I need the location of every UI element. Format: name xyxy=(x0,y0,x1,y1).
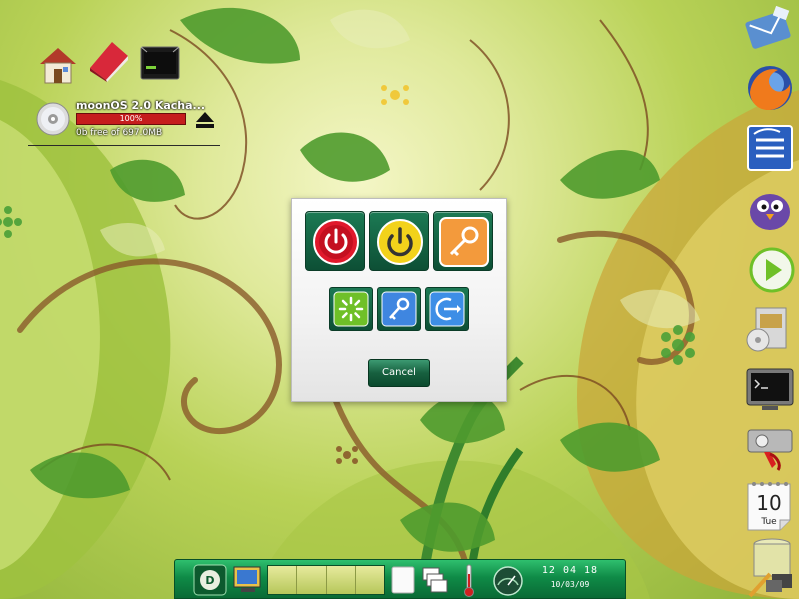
power-yellow-icon xyxy=(377,219,423,265)
thermometer-icon xyxy=(461,564,477,597)
calendar-day: 10 xyxy=(756,491,781,515)
shutdown-button[interactable] xyxy=(305,211,365,271)
terminal-icon[interactable] xyxy=(744,364,796,416)
writer-icon[interactable] xyxy=(744,122,796,174)
book-icon[interactable] xyxy=(86,38,130,82)
software-icon[interactable] xyxy=(744,304,796,356)
drive-widget[interactable]: moonOS 2.0 Kacha... 100% 0b free of 697.… xyxy=(28,98,220,146)
key-blue-icon xyxy=(381,291,417,327)
pidgin-icon[interactable] xyxy=(744,182,796,234)
drive-usage-bar: 100% xyxy=(76,113,186,125)
drive-free-space: 0b free of 697.0MB xyxy=(76,128,163,138)
right-dock: 10 Tue xyxy=(742,0,799,599)
calendar-icon[interactable]: 10 Tue xyxy=(744,480,796,532)
media-player-icon[interactable] xyxy=(744,244,796,296)
speedometer-icon xyxy=(491,564,525,596)
restart-button[interactable] xyxy=(329,287,373,331)
workspace-3[interactable] xyxy=(327,566,356,594)
calendar-weekday: Tue xyxy=(760,517,777,527)
clock[interactable]: 12 04 18 10/03/09 xyxy=(535,563,605,597)
suspend-button[interactable] xyxy=(369,211,429,271)
terminal-icon[interactable] xyxy=(138,42,182,86)
logout-button[interactable] xyxy=(425,287,469,331)
cd-icon xyxy=(36,102,70,136)
restart-icon xyxy=(333,291,369,327)
logout-icon xyxy=(429,291,465,327)
bottom-panel: D 12 04 18 10/03/09 xyxy=(174,559,626,599)
windows-icon[interactable] xyxy=(421,564,449,596)
firefox-icon[interactable] xyxy=(744,62,796,114)
drive-usage-percent: 100% xyxy=(119,114,143,123)
lock-screen-button[interactable] xyxy=(433,211,493,271)
workspace-1[interactable] xyxy=(268,566,298,594)
svg-text:D: D xyxy=(205,574,214,587)
tools-icon[interactable] xyxy=(744,566,796,599)
cancel-button[interactable]: Cancel xyxy=(368,359,430,387)
switch-user-button[interactable] xyxy=(377,287,421,331)
menu-icon[interactable]: D xyxy=(193,564,227,596)
home-icon[interactable] xyxy=(36,42,80,86)
computer-icon[interactable] xyxy=(231,564,263,596)
clock-time: 12 04 18 xyxy=(541,565,599,576)
power-icon xyxy=(313,219,359,265)
workspace-2[interactable] xyxy=(297,566,327,594)
drive-name: moonOS 2.0 Kacha... xyxy=(76,99,206,112)
pager[interactable] xyxy=(267,565,385,595)
eject-icon[interactable] xyxy=(194,110,216,130)
key-icon xyxy=(439,217,489,267)
clock-date: 10/03/09 xyxy=(550,580,590,589)
notes-icon[interactable] xyxy=(389,564,417,596)
logout-dialog: Cancel xyxy=(291,198,507,402)
mail-icon[interactable] xyxy=(744,2,796,54)
workspace-4[interactable] xyxy=(356,566,384,594)
settings-icon[interactable] xyxy=(744,420,796,472)
